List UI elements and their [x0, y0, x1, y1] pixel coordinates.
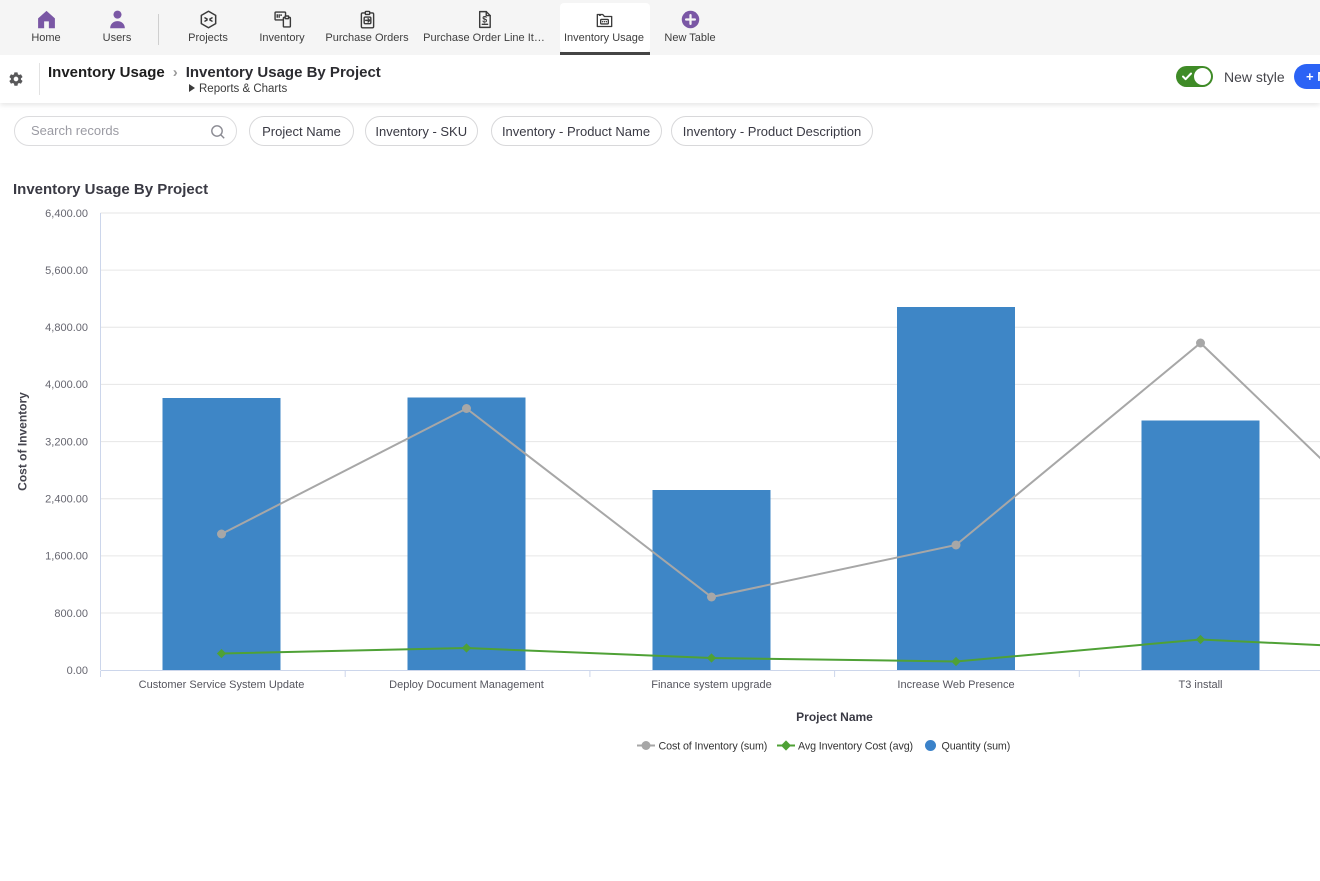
- svg-text:Deploy Document Management: Deploy Document Management: [389, 679, 544, 691]
- svg-text:4,000.00: 4,000.00: [45, 379, 88, 391]
- svg-text:Increase Web Presence: Increase Web Presence: [897, 679, 1014, 691]
- svg-text:$: $: [482, 14, 487, 24]
- svg-text:Project Name: Project Name: [796, 710, 873, 724]
- svg-text:800.00: 800.00: [54, 608, 88, 620]
- svg-text:0.00: 0.00: [67, 665, 88, 677]
- svg-text:Finance system upgrade: Finance system upgrade: [651, 679, 771, 691]
- svg-text:Avg Inventory Cost (avg): Avg Inventory Cost (avg): [798, 741, 913, 753]
- svg-text:6,400.00: 6,400.00: [45, 208, 88, 220]
- svg-text:Quantity (sum): Quantity (sum): [942, 741, 1011, 753]
- svg-text:T3 install: T3 install: [1178, 679, 1222, 691]
- svg-text:1,600.00: 1,600.00: [45, 551, 88, 563]
- svg-text:2,400.00: 2,400.00: [45, 494, 88, 506]
- svg-text:Cost of Inventory: Cost of Inventory: [16, 392, 30, 491]
- svg-text:Cost of Inventory (sum): Cost of Inventory (sum): [659, 741, 768, 753]
- svg-text:Customer Service System Update: Customer Service System Update: [139, 679, 305, 691]
- svg-text:Inventory Usage By Project: Inventory Usage By Project: [13, 181, 208, 198]
- svg-text:3,200.00: 3,200.00: [45, 436, 88, 448]
- svg-text:5,600.00: 5,600.00: [45, 265, 88, 277]
- svg-text:4,800.00: 4,800.00: [45, 322, 88, 334]
